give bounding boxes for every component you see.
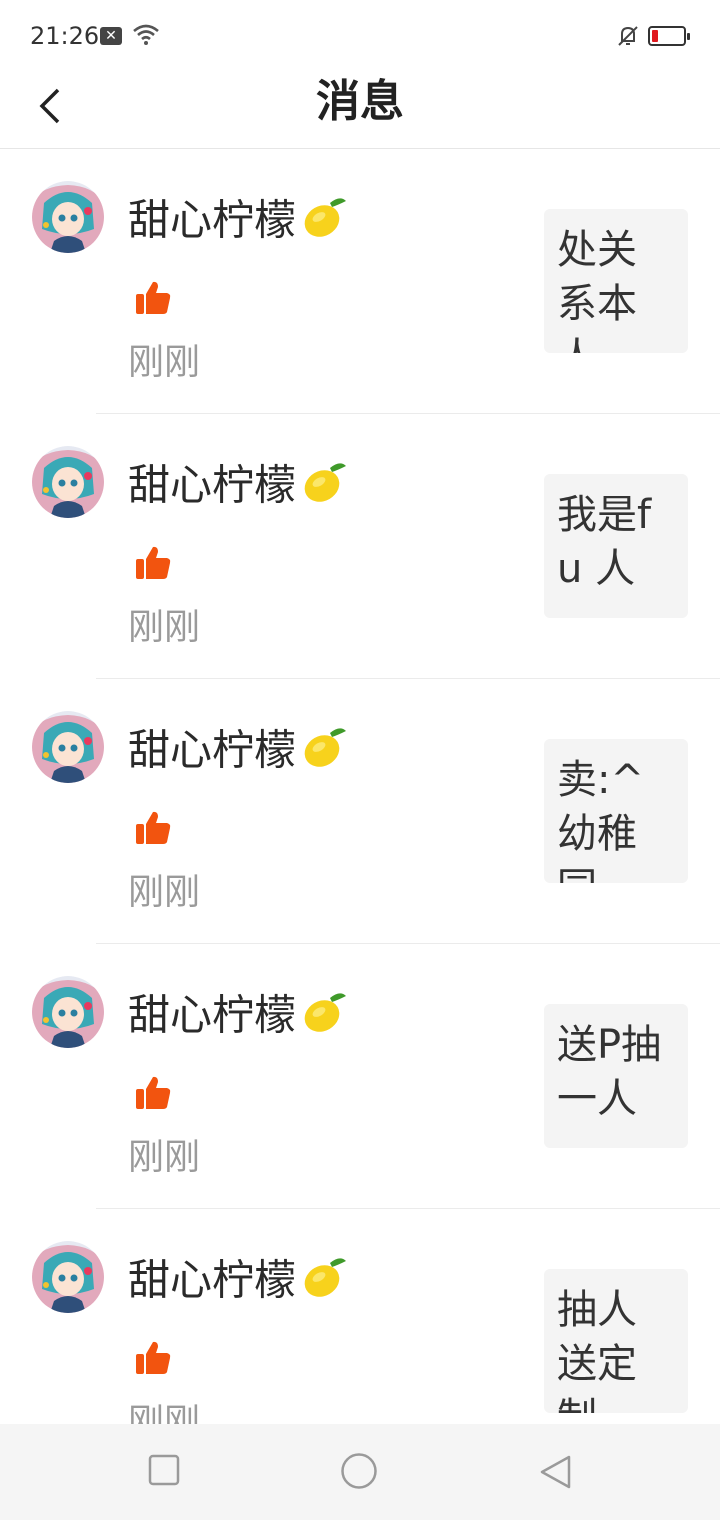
bell-off-icon <box>616 24 640 52</box>
avatar[interactable] <box>32 446 104 518</box>
post-preview-text: 送P抽一人 <box>557 1022 662 1122</box>
username[interactable]: 甜心柠檬 <box>128 193 348 253</box>
message-item[interactable]: 甜心柠檬 刚刚 送P抽一人 <box>0 944 720 1209</box>
thumbs-up-icon <box>134 279 172 321</box>
lemon-emoji-icon <box>300 458 348 518</box>
post-preview[interactable]: 我是fu 人 <box>544 474 688 618</box>
post-preview-text: 卖:^幼稚园. <box>557 757 644 883</box>
home-icon[interactable] <box>340 1452 378 1494</box>
post-preview[interactable]: 处关系本人 <box>544 209 688 353</box>
timestamp: 刚刚 <box>128 342 201 383</box>
post-preview-text: 处关系本人 <box>557 227 637 353</box>
thumbs-up-icon <box>134 544 172 586</box>
post-preview-text: 我是fu 人 <box>557 492 652 592</box>
message-item[interactable]: 甜心柠檬 刚刚 我是fu 人 <box>0 414 720 679</box>
lemon-emoji-icon <box>300 988 348 1048</box>
username[interactable]: 甜心柠檬 <box>128 458 348 518</box>
timestamp: 刚刚 <box>128 1137 201 1178</box>
username[interactable]: 甜心柠檬 <box>128 723 348 783</box>
recent-apps-icon[interactable] <box>148 1454 180 1490</box>
status-time: 21:26 <box>30 22 100 50</box>
page-title: 消息 <box>316 76 404 127</box>
message-list[interactable]: 甜心柠檬 刚刚 处关系本人 甜心柠檬 刚刚 <box>0 149 720 1424</box>
back-triangle-icon[interactable] <box>538 1454 572 1494</box>
post-preview-text: 抽人送定制 <box>557 1287 637 1413</box>
post-preview[interactable]: 卖:^幼稚园. <box>544 739 688 883</box>
username-text: 甜心柠檬 <box>128 990 297 1040</box>
timestamp: 刚刚 <box>128 872 201 913</box>
message-item[interactable]: 甜心柠檬 刚刚 处关系本人 <box>0 149 720 414</box>
post-preview[interactable]: 送P抽一人 <box>544 1004 688 1148</box>
system-nav-bar <box>0 1424 720 1520</box>
username-text: 甜心柠檬 <box>128 1255 297 1305</box>
timestamp: 刚刚 <box>128 1402 201 1424</box>
avatar[interactable] <box>32 976 104 1048</box>
battery-low-icon <box>648 26 690 46</box>
thumbs-up-icon <box>134 1339 172 1381</box>
thumbs-up-icon <box>134 1074 172 1116</box>
avatar[interactable] <box>32 181 104 253</box>
timestamp: 刚刚 <box>128 607 201 648</box>
username-text: 甜心柠檬 <box>128 460 297 510</box>
lemon-emoji-icon <box>300 1253 348 1313</box>
message-item[interactable]: 甜心柠檬 刚刚 卖:^幼稚园. <box>0 679 720 944</box>
username[interactable]: 甜心柠檬 <box>128 988 348 1048</box>
lemon-emoji-icon <box>300 723 348 783</box>
avatar[interactable] <box>32 711 104 783</box>
status-bar: 21:26 ✕ <box>0 0 720 72</box>
post-preview[interactable]: 抽人送定制 <box>544 1269 688 1413</box>
header: 消息 <box>0 72 720 149</box>
message-item[interactable]: 甜心柠檬 刚刚 抽人送定制 <box>0 1209 720 1424</box>
username-text: 甜心柠檬 <box>128 195 297 245</box>
avatar[interactable] <box>32 1241 104 1313</box>
thumbs-up-icon <box>134 809 172 851</box>
wifi-icon <box>132 24 160 50</box>
username[interactable]: 甜心柠檬 <box>128 1253 348 1313</box>
lemon-emoji-icon <box>300 193 348 253</box>
close-box-icon: ✕ <box>100 27 122 45</box>
username-text: 甜心柠檬 <box>128 725 297 775</box>
